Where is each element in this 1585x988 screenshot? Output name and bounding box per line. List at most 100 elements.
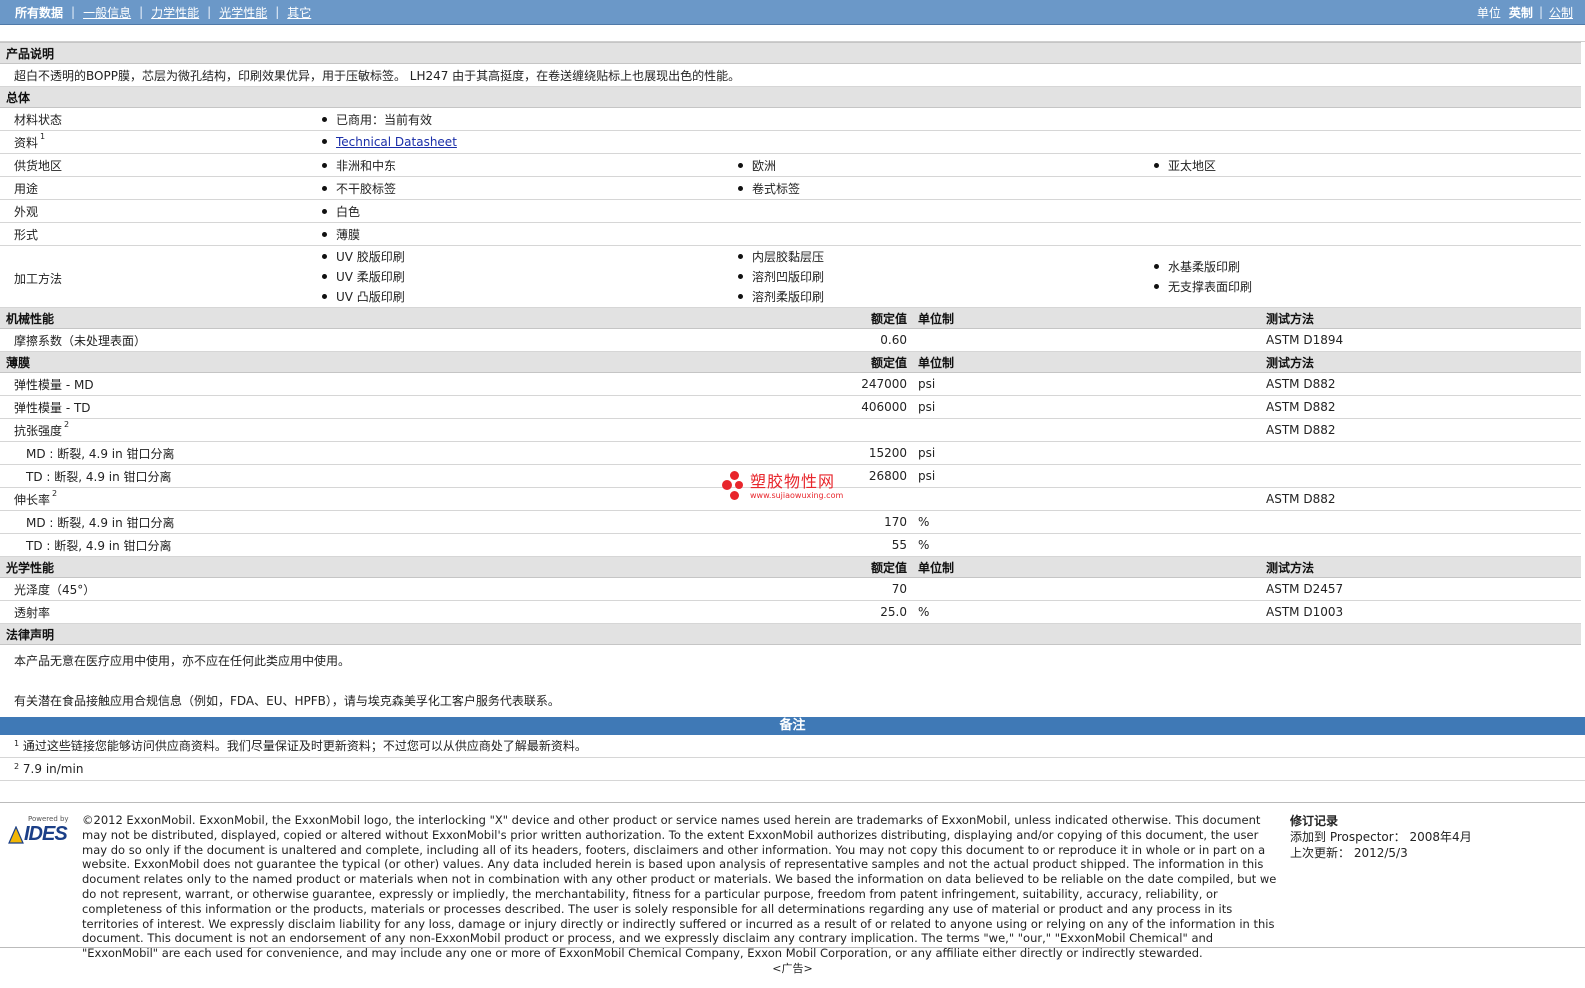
tab-optical[interactable]: 光学性能 (217, 4, 269, 21)
row-label: MD : 断裂, 4.9 in 钳口分离 (0, 510, 728, 534)
advertisement-label[interactable]: <广告> (0, 960, 1585, 976)
col-header-nominal: 额定值 (728, 351, 912, 373)
col-header-unit: 单位制 (912, 351, 1144, 373)
unit-value: % (912, 510, 1144, 534)
row-label: 弹性模量 - MD (0, 372, 728, 396)
list-item: 不干胶标签 (336, 181, 397, 196)
legal-text-medical: 本产品无意在医疗应用中使用，亦不应在任何此类应用中使用。 (14, 654, 351, 668)
list-item: UV 胶版印刷 (336, 249, 405, 264)
tab-all-data[interactable]: 所有数据 (13, 4, 65, 21)
bullet-icon (738, 185, 743, 191)
unit-metric[interactable]: 公制 (1549, 4, 1573, 21)
bullet-icon (322, 208, 327, 214)
unit-value (912, 328, 1144, 352)
nominal-value: 15200 (728, 441, 912, 465)
footnote-ref: 1 (40, 131, 46, 141)
row-label: 材料状态 (0, 107, 312, 131)
unit-value (912, 577, 1144, 601)
table-row: 外观 白色 (0, 199, 1582, 223)
test-method: ASTM D882 (1144, 372, 1582, 396)
tab-mechanical[interactable]: 力学性能 (149, 4, 201, 21)
technical-datasheet-link[interactable]: Technical Datasheet (336, 135, 457, 149)
bullet-icon (322, 231, 327, 237)
unit-value: psi (912, 372, 1144, 396)
ides-brand-text: IDES (24, 823, 68, 845)
row-label: TD : 断裂, 4.9 in 钳口分离 (0, 464, 728, 488)
unit-label: 单位 (1476, 5, 1501, 20)
tab-general-info[interactable]: 一般信息 (81, 4, 133, 21)
bullet-icon (1154, 162, 1159, 168)
list-item: 亚太地区 (1168, 158, 1217, 173)
nominal-value (728, 418, 912, 442)
row-label: TD : 断裂, 4.9 in 钳口分离 (0, 533, 728, 557)
watermark: 塑胶物性网 www.sujiaowuxing.com (722, 471, 843, 501)
table-row: 抗张强度 2 ASTM D882 (0, 418, 1582, 442)
footnote-marker: 1 (14, 739, 20, 748)
col-header-method: 测试方法 (1144, 307, 1582, 329)
footer: Powered by IDES ©2012 ExxonMobil. ExxonM… (0, 802, 1585, 960)
added-value: 2008年4月 (1409, 830, 1472, 844)
table-row: 弹性模量 - MD 247000 psi ASTM D882 (0, 372, 1582, 396)
nominal-value: 70 (728, 577, 912, 601)
table-row: 摩擦系数（未处理表面） 0.60 ASTM D1894 (0, 328, 1582, 352)
bullet-icon (322, 139, 327, 144)
test-method: ASTM D2457 (1144, 577, 1582, 601)
watermark-title: 塑胶物性网 (750, 471, 836, 491)
row-label: 摩擦系数（未处理表面） (0, 328, 728, 352)
updated-label: 上次更新： (1290, 846, 1351, 860)
ides-logo[interactable]: Powered by IDES (8, 815, 72, 937)
test-method: ASTM D882 (1144, 395, 1582, 419)
tab-other[interactable]: 其它 (285, 4, 313, 21)
col-header-nominal: 额定值 (728, 307, 912, 329)
col-header-unit: 单位制 (912, 307, 1144, 329)
row-label: 用途 (0, 176, 312, 200)
product-desc-text: 超白不透明的BOPP膜，芯层为微孔结构，印刷效果优异，用于压敏标签。 LH247… (0, 63, 1582, 87)
unit-value: psi (912, 395, 1144, 419)
row-label: 形式 (0, 222, 312, 246)
powered-by-label: Powered by (28, 815, 69, 823)
table-row: MD : 断裂, 4.9 in 钳口分离 15200 psi (0, 441, 1582, 465)
footnote-ref: 2 (52, 488, 58, 498)
col-header-unit: 单位制 (912, 556, 1144, 578)
nominal-value: 55 (728, 533, 912, 557)
bullet-icon (322, 116, 327, 122)
row-label: 透射率 (0, 600, 728, 624)
footnote-ref: 2 (64, 419, 70, 429)
note-item: 2 7.9 in/min (0, 758, 1585, 781)
revision-title: 修订记录 (1290, 814, 1339, 828)
table-row: 资料 1 Technical Datasheet (0, 130, 1582, 154)
row-label: 加工方法 (0, 245, 312, 308)
added-label: 添加到 Prospector： (1290, 830, 1406, 844)
test-method (1144, 464, 1582, 488)
bullet-icon (738, 273, 743, 279)
notes-header: 备注 (0, 717, 1585, 735)
table-row: TD : 断裂, 4.9 in 钳口分离 55 % (0, 533, 1582, 557)
watermark-url: www.sujiaowuxing.com (750, 490, 844, 500)
table-row: 形式 薄膜 (0, 222, 1582, 246)
table-row: MD : 断裂, 4.9 in 钳口分离 170 % (0, 510, 1582, 534)
list-item: 内层胶黏层压 (752, 249, 825, 264)
unit-switcher: 单位 英制 | 公制 (1477, 4, 1573, 21)
unit-imperial[interactable]: 英制 (1509, 4, 1533, 21)
row-label: 弹性模量 - TD (0, 395, 728, 419)
bullet-icon (1154, 283, 1159, 289)
unit-value: psi (912, 441, 1144, 465)
note-text: 7.9 in/min (22, 762, 84, 776)
row-label: 伸长率 (14, 492, 51, 507)
datasheet-table: 产品说明 超白不透明的BOPP膜，芯层为微孔结构，印刷效果优异，用于压敏标签。 … (0, 42, 1582, 717)
test-method: ASTM D882 (1144, 487, 1582, 511)
bullet-icon (322, 185, 327, 191)
list-item: 溶剂柔版印刷 (752, 289, 825, 304)
nominal-value: 25.0 (728, 600, 912, 624)
list-item: UV 凸版印刷 (336, 289, 405, 304)
col-header-method: 测试方法 (1144, 556, 1582, 578)
section-title: 薄膜 (0, 351, 728, 373)
test-method: ASTM D882 (1144, 418, 1582, 442)
row-label: 资料 (14, 135, 39, 150)
unit-value (912, 487, 1144, 511)
nominal-value: 170 (728, 510, 912, 534)
list-item: UV 柔版印刷 (336, 269, 405, 284)
test-method (1144, 441, 1582, 465)
row-label: 外观 (0, 199, 312, 223)
list-item: 欧洲 (752, 158, 777, 173)
